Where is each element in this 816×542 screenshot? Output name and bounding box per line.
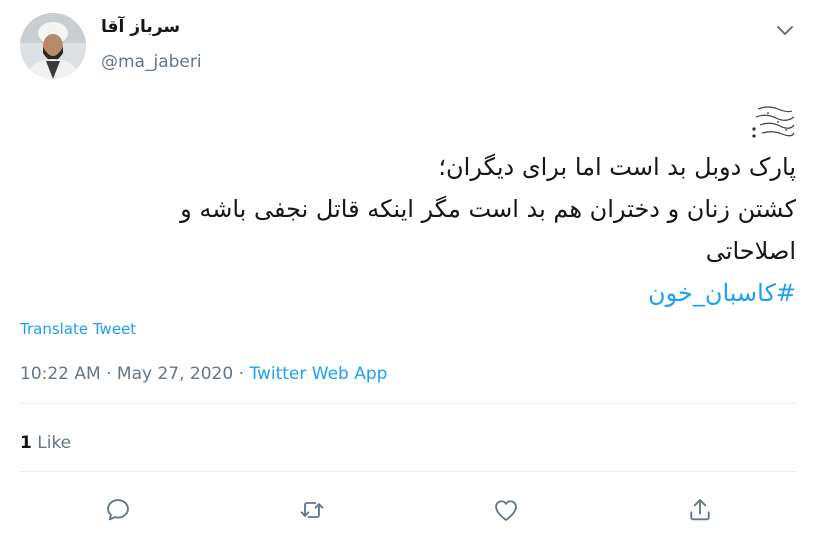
chevron-down-icon[interactable] [772, 20, 798, 42]
bismillah-emoji-icon [748, 103, 796, 145]
retweet-button[interactable] [298, 496, 326, 524]
avatar[interactable] [20, 13, 86, 79]
tweet-text-line: پارک دوبل بد است اما برای دیگران؛ [438, 153, 796, 181]
tweet-meta: 10:22 AM · May 27, 2020 · Twitter Web Ap… [20, 364, 387, 384]
avatar-image [20, 13, 86, 79]
hashtag-link[interactable]: #کاسبان_خون [420, 272, 796, 314]
translate-tweet-link[interactable]: Translate Tweet [20, 320, 136, 338]
tweet-text-line: کشتن زنان و دختران هم بد است مگر اینکه ق… [180, 195, 796, 223]
tweet-text-line: اصلاحاتی [705, 237, 796, 265]
retweet-icon [300, 502, 324, 518]
reply-button[interactable] [104, 496, 132, 524]
share-icon [690, 499, 710, 521]
heart-icon [495, 500, 517, 521]
share-button[interactable] [686, 496, 714, 524]
divider [20, 471, 796, 472]
tweet-source-link[interactable]: Twitter Web App [249, 364, 387, 384]
meta-separator: · [233, 364, 250, 384]
tweet-text: پارک دوبل بد است اما برای دیگران؛ کشتن ز… [180, 146, 796, 314]
user-handle[interactable]: @ma_jaberi [101, 52, 202, 72]
divider [20, 403, 796, 404]
tweet-card: سرباز آقا @ma_jaberi پارک دوبل بد است ام… [0, 0, 816, 542]
like-count: 1 [20, 433, 32, 453]
like-button[interactable] [492, 496, 520, 524]
tweet-date[interactable]: May 27, 2020 [117, 364, 233, 384]
like-label: Like [37, 433, 72, 453]
likes-stat[interactable]: 1 Like [20, 433, 71, 453]
meta-separator: · [100, 364, 117, 384]
reply-icon [107, 499, 129, 521]
tweet-time[interactable]: 10:22 AM [20, 364, 101, 384]
display-name[interactable]: سرباز آقا [101, 17, 180, 37]
